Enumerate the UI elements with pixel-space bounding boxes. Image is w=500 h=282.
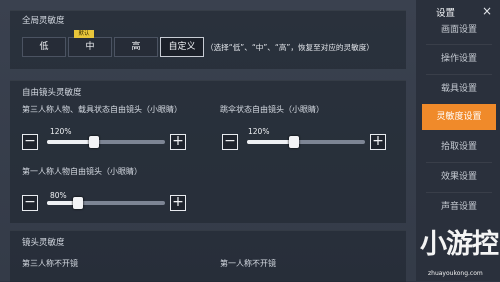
sidebar-item-pickup[interactable]: 拾取设置	[422, 134, 496, 160]
divider	[426, 44, 492, 45]
divider	[426, 192, 492, 193]
camera-sensitivity-title: 镜头灵敏度	[22, 238, 65, 248]
fp-free-look-label: 第一人称人物自由镜头（小眼睛）	[22, 167, 142, 176]
camera-sensitivity-panel	[10, 230, 406, 282]
parachute-free-look-label: 跳伞状态自由镜头（小眼睛）	[220, 105, 324, 114]
fp-slider-handle[interactable]	[72, 197, 83, 209]
sidebar-item-effects[interactable]: 效果设置	[422, 164, 496, 190]
sidebar-item-sound[interactable]: 声音设置	[422, 194, 496, 220]
tp-no-scope-label: 第三人称不开镜	[22, 259, 78, 268]
watermark-text: 小游控	[420, 229, 499, 260]
sidebar-item-graphics[interactable]: 画面设置	[422, 17, 496, 43]
tp-vehicle-slider[interactable]	[47, 136, 165, 148]
free-look-title: 自由镜头灵敏度	[22, 88, 82, 98]
global-sensitivity-title: 全局灵敏度	[22, 16, 65, 26]
option-high-button[interactable]: 高	[114, 37, 158, 57]
sidebar-item-sensitivity[interactable]: 灵敏度设置	[422, 104, 496, 130]
watermark-logo: 小游控 zhuayoukong.com	[416, 218, 500, 281]
sidebar-item-controls[interactable]: 操作设置	[422, 46, 496, 72]
sidebar-item-vehicle[interactable]: 载具设置	[422, 76, 496, 102]
fp-plus-button[interactable]: +	[170, 195, 186, 211]
tp-vehicle-slider-fill	[47, 140, 95, 144]
tp-vehicle-free-look-label: 第三人称人物、载具状态自由镜头（小眼睛）	[22, 105, 182, 114]
tp-vehicle-free-look-value: 120%	[50, 127, 72, 136]
tp-vehicle-minus-button[interactable]: −	[22, 134, 38, 150]
global-sensitivity-segment: 低 中 高 自定义	[22, 37, 206, 57]
parachute-minus-button[interactable]: −	[222, 134, 238, 150]
fp-minus-button[interactable]: −	[22, 195, 38, 211]
parachute-free-look-value: 120%	[248, 127, 270, 136]
global-sensitivity-hint: （选择“低”、“中”、“高”，恢复至对应的灵敏度）	[206, 43, 374, 52]
option-low-button[interactable]: 低	[22, 37, 66, 57]
watermark-url: zhuayoukong.com	[428, 270, 483, 277]
settings-content: 全局灵敏度 低 中 高 自定义 默认 （选择“低”、“中”、“高”，恢复至对应的…	[0, 0, 416, 282]
divider	[426, 162, 492, 163]
tp-vehicle-plus-button[interactable]: +	[170, 134, 186, 150]
parachute-slider[interactable]	[247, 136, 365, 148]
default-badge: 默认	[74, 30, 94, 38]
fp-free-look-value: 80%	[50, 191, 67, 200]
option-custom-button[interactable]: 自定义	[160, 37, 204, 57]
parachute-plus-button[interactable]: +	[370, 134, 386, 150]
parachute-slider-fill	[247, 140, 295, 144]
fp-slider[interactable]	[47, 197, 165, 209]
fp-no-scope-label: 第一人称不开镜	[220, 259, 276, 268]
divider	[426, 74, 492, 75]
close-icon[interactable]: ×	[480, 4, 494, 18]
option-medium-button[interactable]: 中	[68, 37, 112, 57]
tp-vehicle-slider-handle[interactable]	[89, 136, 100, 148]
parachute-slider-handle[interactable]	[289, 136, 300, 148]
